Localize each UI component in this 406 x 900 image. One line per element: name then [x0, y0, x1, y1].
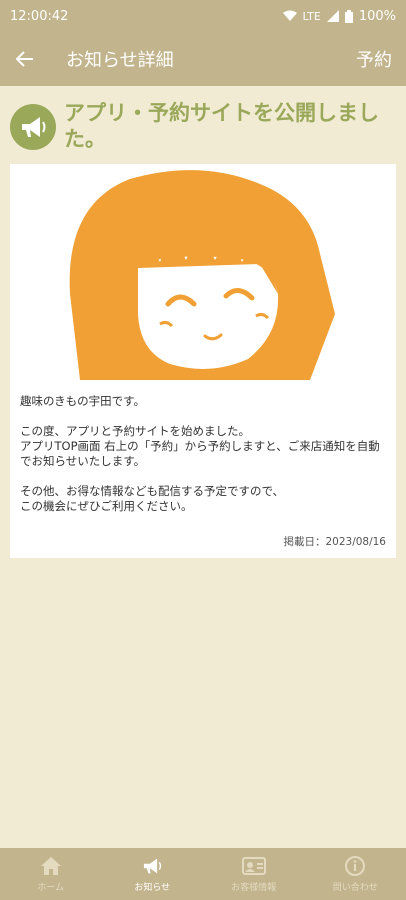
page-title: お知らせ詳細 [66, 50, 174, 71]
id-card-icon [241, 855, 266, 877]
nav-home-label: ホーム [37, 883, 65, 893]
notice-card: 趣味のきもの宇田です。 この度、アプリと予約サイトを始めました。 アプリTOP画… [10, 164, 396, 558]
notice-detail: アプリ・予約サイトを公開しました。 趣味のきもの宇田です。 この度、アプリと予約… [0, 86, 406, 558]
arrow-left-icon [16, 51, 33, 67]
signal-icon [326, 10, 339, 22]
battery-level: 100% [358, 8, 396, 24]
notice-header: アプリ・予約サイトを公開しました。 [0, 86, 406, 158]
posted-date: 掲載日：2023/08/16 [283, 536, 386, 548]
status-bar: 12:00:42 LTE 100% [0, 0, 406, 32]
home-icon [40, 855, 62, 877]
nav-customer-info[interactable]: お客様情報 [203, 848, 305, 900]
megaphone-icon [141, 855, 163, 877]
nav-contact-label: 問い合わせ [332, 883, 378, 893]
nav-customer-info-label: お客様情報 [231, 883, 277, 893]
nav-home[interactable]: ホーム [0, 848, 102, 900]
nav-news[interactable]: お知らせ [102, 848, 204, 900]
notice-title: アプリ・予約サイトを公開しました。 [64, 101, 379, 151]
notice-body: 趣味のきもの宇田です。 この度、アプリと予約サイトを始めました。 アプリTOP画… [20, 394, 380, 513]
megaphone-badge [10, 104, 56, 150]
status-icons: LTE 100% [282, 8, 396, 24]
app-bar: お知らせ詳細 予約 [0, 32, 406, 86]
back-button[interactable] [0, 32, 50, 86]
girl-illustration [69, 170, 335, 380]
wifi-icon [282, 10, 297, 21]
reserve-button[interactable]: 予約 [342, 46, 406, 72]
network-label: LTE [302, 9, 321, 23]
info-icon [345, 855, 366, 877]
nav-news-label: お知らせ [134, 883, 171, 893]
notice-illustration [10, 164, 396, 380]
nav-contact[interactable]: 問い合わせ [305, 848, 406, 900]
bottom-nav: ホーム お知らせ お客様情報 問い合わせ [0, 848, 406, 900]
megaphone-icon [22, 117, 46, 137]
status-time: 12:00:42 [10, 8, 69, 24]
battery-icon [344, 9, 353, 23]
